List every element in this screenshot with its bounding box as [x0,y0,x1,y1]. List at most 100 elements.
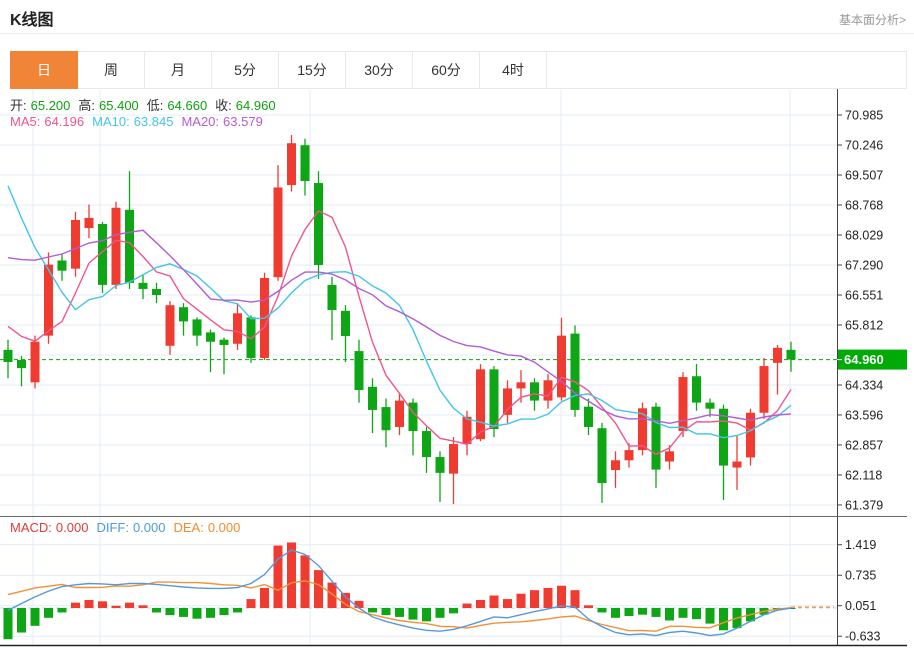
candle-body [355,351,364,390]
candle-body [449,444,458,474]
macd-bar [247,599,256,608]
candle-body [395,401,404,427]
macd-bar [193,608,202,619]
candle-body [490,369,499,429]
price-tick-label: 68.768 [845,199,883,213]
candle-body [638,408,647,450]
macd-bar [58,608,67,612]
price-tick-label: 65.812 [845,319,883,333]
macd-bar [422,608,431,621]
macd-bar [598,608,607,612]
price-tick-label: 61.379 [845,498,883,512]
macd-bar [463,604,472,608]
candle-body [71,220,80,269]
macd-bar [71,603,80,608]
macd-bar [665,608,674,620]
candlestick-pane [0,135,837,504]
macd-item-0: MACD:0.000 [10,520,92,535]
candle-body [382,407,391,430]
macd-pane [4,542,835,639]
price-tick-label: 66.551 [845,289,883,303]
macd-bar [233,608,242,612]
candle-body [341,311,350,336]
candle-body [625,450,634,460]
macd-item-1: DIFF:0.000 [96,520,169,535]
macd-tick-label: 0.051 [845,599,876,613]
macd-bar [517,594,526,608]
ohlc-item-2: 低:64.660 [147,95,211,114]
candle-body [584,407,593,427]
candle-body [17,360,26,368]
macd-bar [4,608,13,639]
candle-body [193,319,202,335]
candle-body [4,350,13,362]
macd-bar [44,608,53,618]
candle-body [58,261,67,271]
ma-item-0: MA5:64.196 [10,114,88,129]
macd-bar [368,608,377,612]
macd-bar [206,608,215,618]
candle-body [233,313,242,343]
macd-bar [638,608,647,615]
ohlc-item-0: 开:65.200 [10,95,74,114]
ohlc-legend: 开:65.200高:65.400低:64.660收:64.960 [10,95,284,114]
candle-body [152,289,161,295]
macd-bar [584,605,593,608]
macd-bar [314,570,323,608]
macd-bar [382,608,391,615]
macd-bar [409,608,418,620]
candle-body [476,369,485,439]
price-tick-label: 68.029 [845,229,883,243]
candle-body [530,382,539,400]
candle-body [328,285,337,310]
macd-bar [139,605,148,608]
candle-body [760,366,769,413]
macd-bar [490,596,499,608]
macd-bar [125,603,134,608]
current-price-label: 64.960 [844,352,884,367]
candle-body [503,388,512,414]
macd-bar [719,608,728,630]
candle-body [665,451,674,461]
macd-bar [355,601,364,608]
candle-body [314,183,323,265]
candle-body [517,382,526,388]
macd-bar [692,608,701,619]
macd-bar [449,608,458,613]
macd-bar [98,601,107,608]
candle-body [557,336,566,398]
candle-body [544,380,553,400]
candle-body [571,334,580,410]
candle-body [611,460,620,470]
candle-body [31,342,40,383]
candle-body [692,376,701,402]
macd-bar [31,608,40,626]
candle-body [287,143,296,185]
candle-body [773,348,782,363]
candle-body [598,428,607,483]
candle-body [206,332,215,341]
macd-bar [395,608,404,617]
candle-body [436,457,445,473]
macd-bar [85,600,94,608]
ma-item-1: MA10:63.845 [92,114,177,129]
price-tick-label: 69.507 [845,169,883,183]
price-tick-label: 62.118 [845,468,882,482]
candle-body [463,417,472,444]
price-tick-label: 64.334 [845,378,883,392]
macd-bar [706,608,715,624]
macd-item-2: DEA:0.000 [173,520,244,535]
macd-bar [179,608,188,617]
candle-body [166,305,175,346]
ma-legend: MA5:64.196MA10:63.845MA20:63.579 [10,114,271,129]
macd-bar [17,608,26,633]
candle-body [301,145,310,181]
candle-body [787,350,796,360]
diff-line [8,550,791,636]
ohlc-item-3: 收:64.960 [215,95,279,114]
macd-bar [260,588,269,608]
candle-body [733,461,742,467]
price-tick-label: 70.246 [845,139,883,153]
macd-bar [557,586,566,608]
macd-tick-label: 1.419 [845,538,876,552]
